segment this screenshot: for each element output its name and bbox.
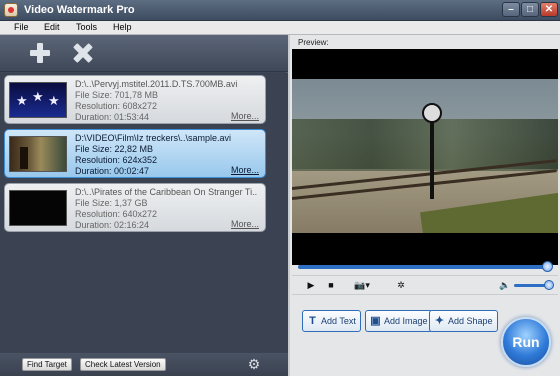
volume-handle[interactable] <box>544 280 555 290</box>
volume-icon[interactable]: 🔈 <box>498 279 512 292</box>
video-preview <box>292 49 558 265</box>
image-icon: ▣ <box>370 315 381 327</box>
video-thumbnail: ★ ★ ★ <box>9 82 67 118</box>
snapshot-camera-icon[interactable]: 📷▾ <box>352 279 372 292</box>
check-version-button[interactable]: Check Latest Version <box>80 358 166 371</box>
more-link[interactable]: More... <box>231 219 259 229</box>
file-panel-footer: Find Target Check Latest Version ⚙ <box>0 353 288 376</box>
file-duration: Duration: 02:16:24 <box>75 220 150 230</box>
add-image-button[interactable]: ▣ Add Image <box>365 310 433 332</box>
maximize-button[interactable]: □ <box>521 2 539 17</box>
run-button[interactable]: Run <box>501 317 551 367</box>
file-name: D:\VIDEO\Film\Iz treckers\..\sample.avi <box>75 133 232 143</box>
playback-controls: ▶ ■ 📷▾ ✲ 🔈 <box>292 275 558 295</box>
file-size: File Size: 701,78 MB <box>75 90 159 100</box>
settings-gear-icon[interactable]: ⚙ <box>247 357 261 371</box>
minimize-button[interactable]: – <box>502 2 520 17</box>
file-resolution: Resolution: 640x272 <box>75 209 158 219</box>
volume-slider[interactable] <box>514 280 555 290</box>
seek-bar[interactable] <box>298 261 553 272</box>
file-name: D:\..\Pervyj.mstitel.2011.D.TS.700MB.avi <box>75 79 238 89</box>
file-item-1[interactable]: ★ ★ ★ D:\..\Pervyj.mstitel.2011.D.TS.700MB… <box>4 75 266 124</box>
add-text-button[interactable]: T Add Text <box>302 310 361 332</box>
more-link[interactable]: More... <box>231 111 259 121</box>
app-icon <box>4 3 18 17</box>
menu-help[interactable]: Help <box>113 22 132 32</box>
file-resolution: Resolution: 608x272 <box>75 101 158 111</box>
text-icon: T <box>309 315 316 327</box>
preview-label: Preview: <box>298 38 329 47</box>
file-item-2[interactable]: D:\VIDEO\Film\Iz treckers\..\sample.avi … <box>4 129 266 178</box>
file-list: ★ ★ ★ D:\..\Pervyj.mstitel.2011.D.TS.700MB… <box>0 73 288 353</box>
menu-edit[interactable]: Edit <box>44 22 60 32</box>
menu-bar: File Edit Tools Help <box>0 21 560 35</box>
find-target-button[interactable]: Find Target <box>22 358 72 371</box>
menu-tools[interactable]: Tools <box>76 22 97 32</box>
file-duration: Duration: 00:02:47 <box>75 166 150 176</box>
preview-frame <box>292 79 558 233</box>
add-file-icon[interactable] <box>30 43 50 63</box>
more-link[interactable]: More... <box>231 165 259 175</box>
add-shape-button[interactable]: ✦ Add Shape <box>429 310 498 332</box>
file-toolbar <box>0 35 288 72</box>
file-size: File Size: 22,82 MB <box>75 144 154 154</box>
file-resolution: Resolution: 624x352 <box>75 155 158 165</box>
play-icon[interactable]: ▶ <box>304 279 318 292</box>
seek-handle[interactable] <box>541 261 553 272</box>
title-bar: Video Watermark Pro – □ ✕ <box>0 0 560 21</box>
window-title: Video Watermark Pro <box>24 4 135 16</box>
stop-icon[interactable]: ■ <box>324 279 338 292</box>
file-name: D:\..\Pirates of the Caribbean On Strang… <box>75 187 258 197</box>
add-text-label: Add Text <box>321 316 356 326</box>
video-thumbnail <box>9 190 67 226</box>
add-image-label: Add Image <box>384 316 428 326</box>
file-panel: ★ ★ ★ D:\..\Pervyj.mstitel.2011.D.TS.700MB… <box>0 35 288 376</box>
menu-file[interactable]: File <box>14 22 29 32</box>
shape-icon: ✦ <box>434 315 445 327</box>
clock-image <box>422 103 442 123</box>
preview-panel: Preview: ▶ ■ 📷▾ ✲ 🔈 T Add Text ▣ Add Image… <box>290 35 560 376</box>
file-size: File Size: 1,37 GB <box>75 198 148 208</box>
video-thumbnail <box>9 136 67 172</box>
file-duration: Duration: 01:53:44 <box>75 112 150 122</box>
remove-file-icon[interactable] <box>73 43 93 63</box>
add-shape-label: Add Shape <box>448 316 493 326</box>
file-item-3[interactable]: D:\..\Pirates of the Caribbean On Strang… <box>4 183 266 232</box>
close-button[interactable]: ✕ <box>540 2 558 17</box>
effects-icon[interactable]: ✲ <box>394 279 408 292</box>
